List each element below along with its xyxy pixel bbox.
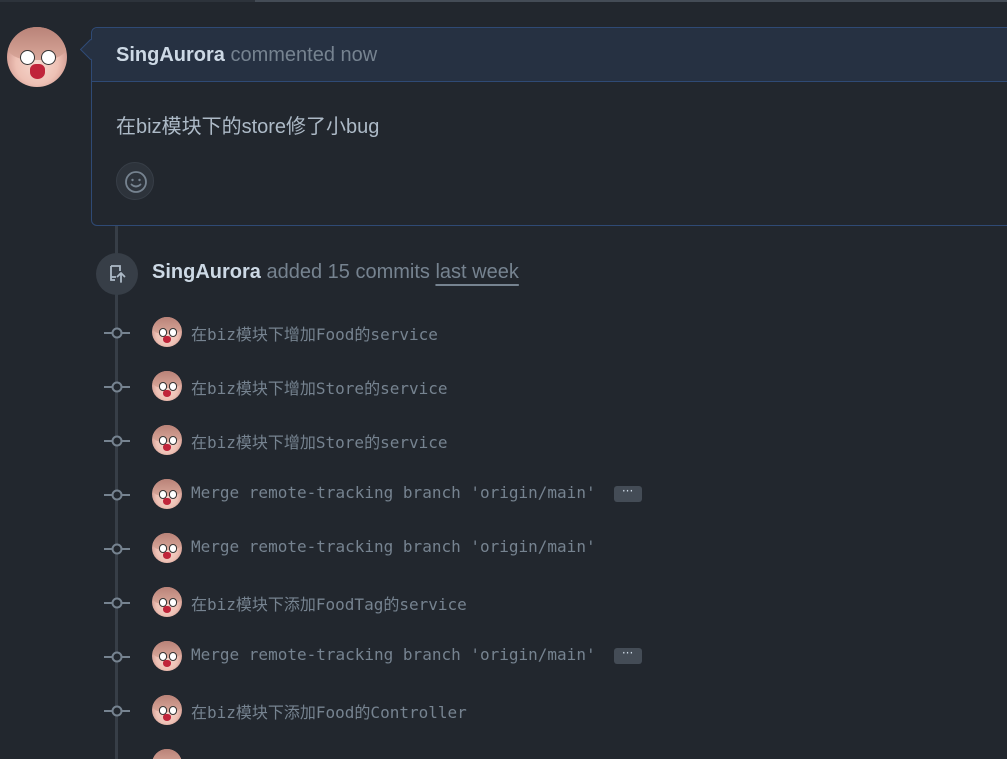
push-event-badge (96, 253, 138, 295)
expand-commit-message-button[interactable]: ··· (613, 647, 642, 664)
commit-author-avatar[interactable] (152, 425, 182, 455)
commit-row: 在biz模块下添加FoodTag的service (104, 587, 704, 619)
commit-author-avatar[interactable] (152, 533, 182, 563)
commit-author-avatar[interactable] (152, 317, 182, 347)
commit-author-avatar[interactable] (152, 587, 182, 617)
commit-message[interactable]: Merge remote-tracking branch 'origin/mai… (191, 645, 596, 664)
commit-message[interactable]: 在biz模块下增加Food的service (191, 325, 438, 344)
push-action: added 15 commits (266, 261, 430, 283)
commit-row: 在biz模块下增加Food的service (104, 317, 704, 349)
git-commit-icon (104, 597, 130, 609)
git-commit-icon (104, 435, 130, 447)
commit-message-container: 在biz模块下添加FoodTag的service (191, 591, 467, 615)
commit-message[interactable]: Merge remote-tracking branch 'origin/mai… (191, 483, 596, 502)
smiley-icon (125, 171, 147, 193)
push-author[interactable]: SingAurora (152, 261, 261, 283)
commit-row: 在biz模块下增加Store的service (104, 425, 704, 457)
pull-request-timeline: SingAurora commented now 在biz模块下的store修了… (0, 0, 1007, 759)
commit-message-container: 在biz模块下添加Food的Controller (191, 699, 467, 723)
git-commit-icon (104, 381, 130, 393)
commit-message[interactable]: Merge remote-tracking branch 'origin/mai… (191, 537, 596, 556)
commit-message[interactable]: 在biz模块下增加Store的service (191, 433, 448, 452)
tab-underline-active (0, 0, 255, 2)
comment-header: SingAurora commented now (92, 28, 1007, 82)
comment-timestamp[interactable]: commented now (230, 44, 377, 66)
commit-author-avatar-partial[interactable] (152, 749, 182, 759)
git-commit-icon (104, 705, 130, 717)
commit-row: 在biz模块下添加Food的Controller (104, 695, 704, 727)
commit-row: Merge remote-tracking branch 'origin/mai… (104, 641, 704, 673)
commit-row: Merge remote-tracking branch 'origin/mai… (104, 479, 704, 511)
comment-body: 在biz模块下的store修了小bug (116, 116, 380, 138)
expand-commit-message-button[interactable]: ··· (613, 485, 642, 502)
commit-message[interactable]: 在biz模块下添加FoodTag的service (191, 595, 467, 614)
git-commit-icon (104, 489, 130, 501)
push-event-summary: SingAurora added 15 commits last week (152, 261, 519, 284)
git-commit-icon (104, 327, 130, 339)
comment-header-line: SingAurora commented now (116, 44, 377, 67)
push-timestamp[interactable]: last week (435, 261, 518, 283)
commit-author-avatar[interactable] (152, 641, 182, 671)
git-commit-icon (104, 543, 130, 555)
add-reaction-button[interactable] (116, 162, 154, 200)
commit-author-avatar[interactable] (152, 371, 182, 401)
git-commit-icon (104, 651, 130, 663)
commit-message[interactable]: 在biz模块下添加Food的Controller (191, 703, 467, 722)
commit-message-container: Merge remote-tracking branch 'origin/mai… (191, 537, 596, 556)
commit-author-avatar[interactable] (152, 479, 182, 509)
repo-push-icon (110, 265, 126, 283)
tab-underline (255, 0, 1007, 2)
avatar[interactable] (7, 27, 67, 87)
commit-row: Merge remote-tracking branch 'origin/mai… (104, 533, 704, 565)
commit-message-container: 在biz模块下增加Store的service (191, 375, 448, 399)
commit-message-container: Merge remote-tracking branch 'origin/mai… (191, 483, 642, 502)
comment-author[interactable]: SingAurora (116, 44, 225, 66)
commit-row: 在biz模块下增加Store的service (104, 371, 704, 403)
commit-message-container: 在biz模块下增加Food的service (191, 321, 438, 345)
comment-box: SingAurora commented now 在biz模块下的store修了… (91, 27, 1007, 226)
commit-message-container: Merge remote-tracking branch 'origin/mai… (191, 645, 642, 664)
commit-message-container: 在biz模块下增加Store的service (191, 429, 448, 453)
commit-author-avatar[interactable] (152, 695, 182, 725)
commit-message[interactable]: 在biz模块下增加Store的service (191, 379, 448, 398)
